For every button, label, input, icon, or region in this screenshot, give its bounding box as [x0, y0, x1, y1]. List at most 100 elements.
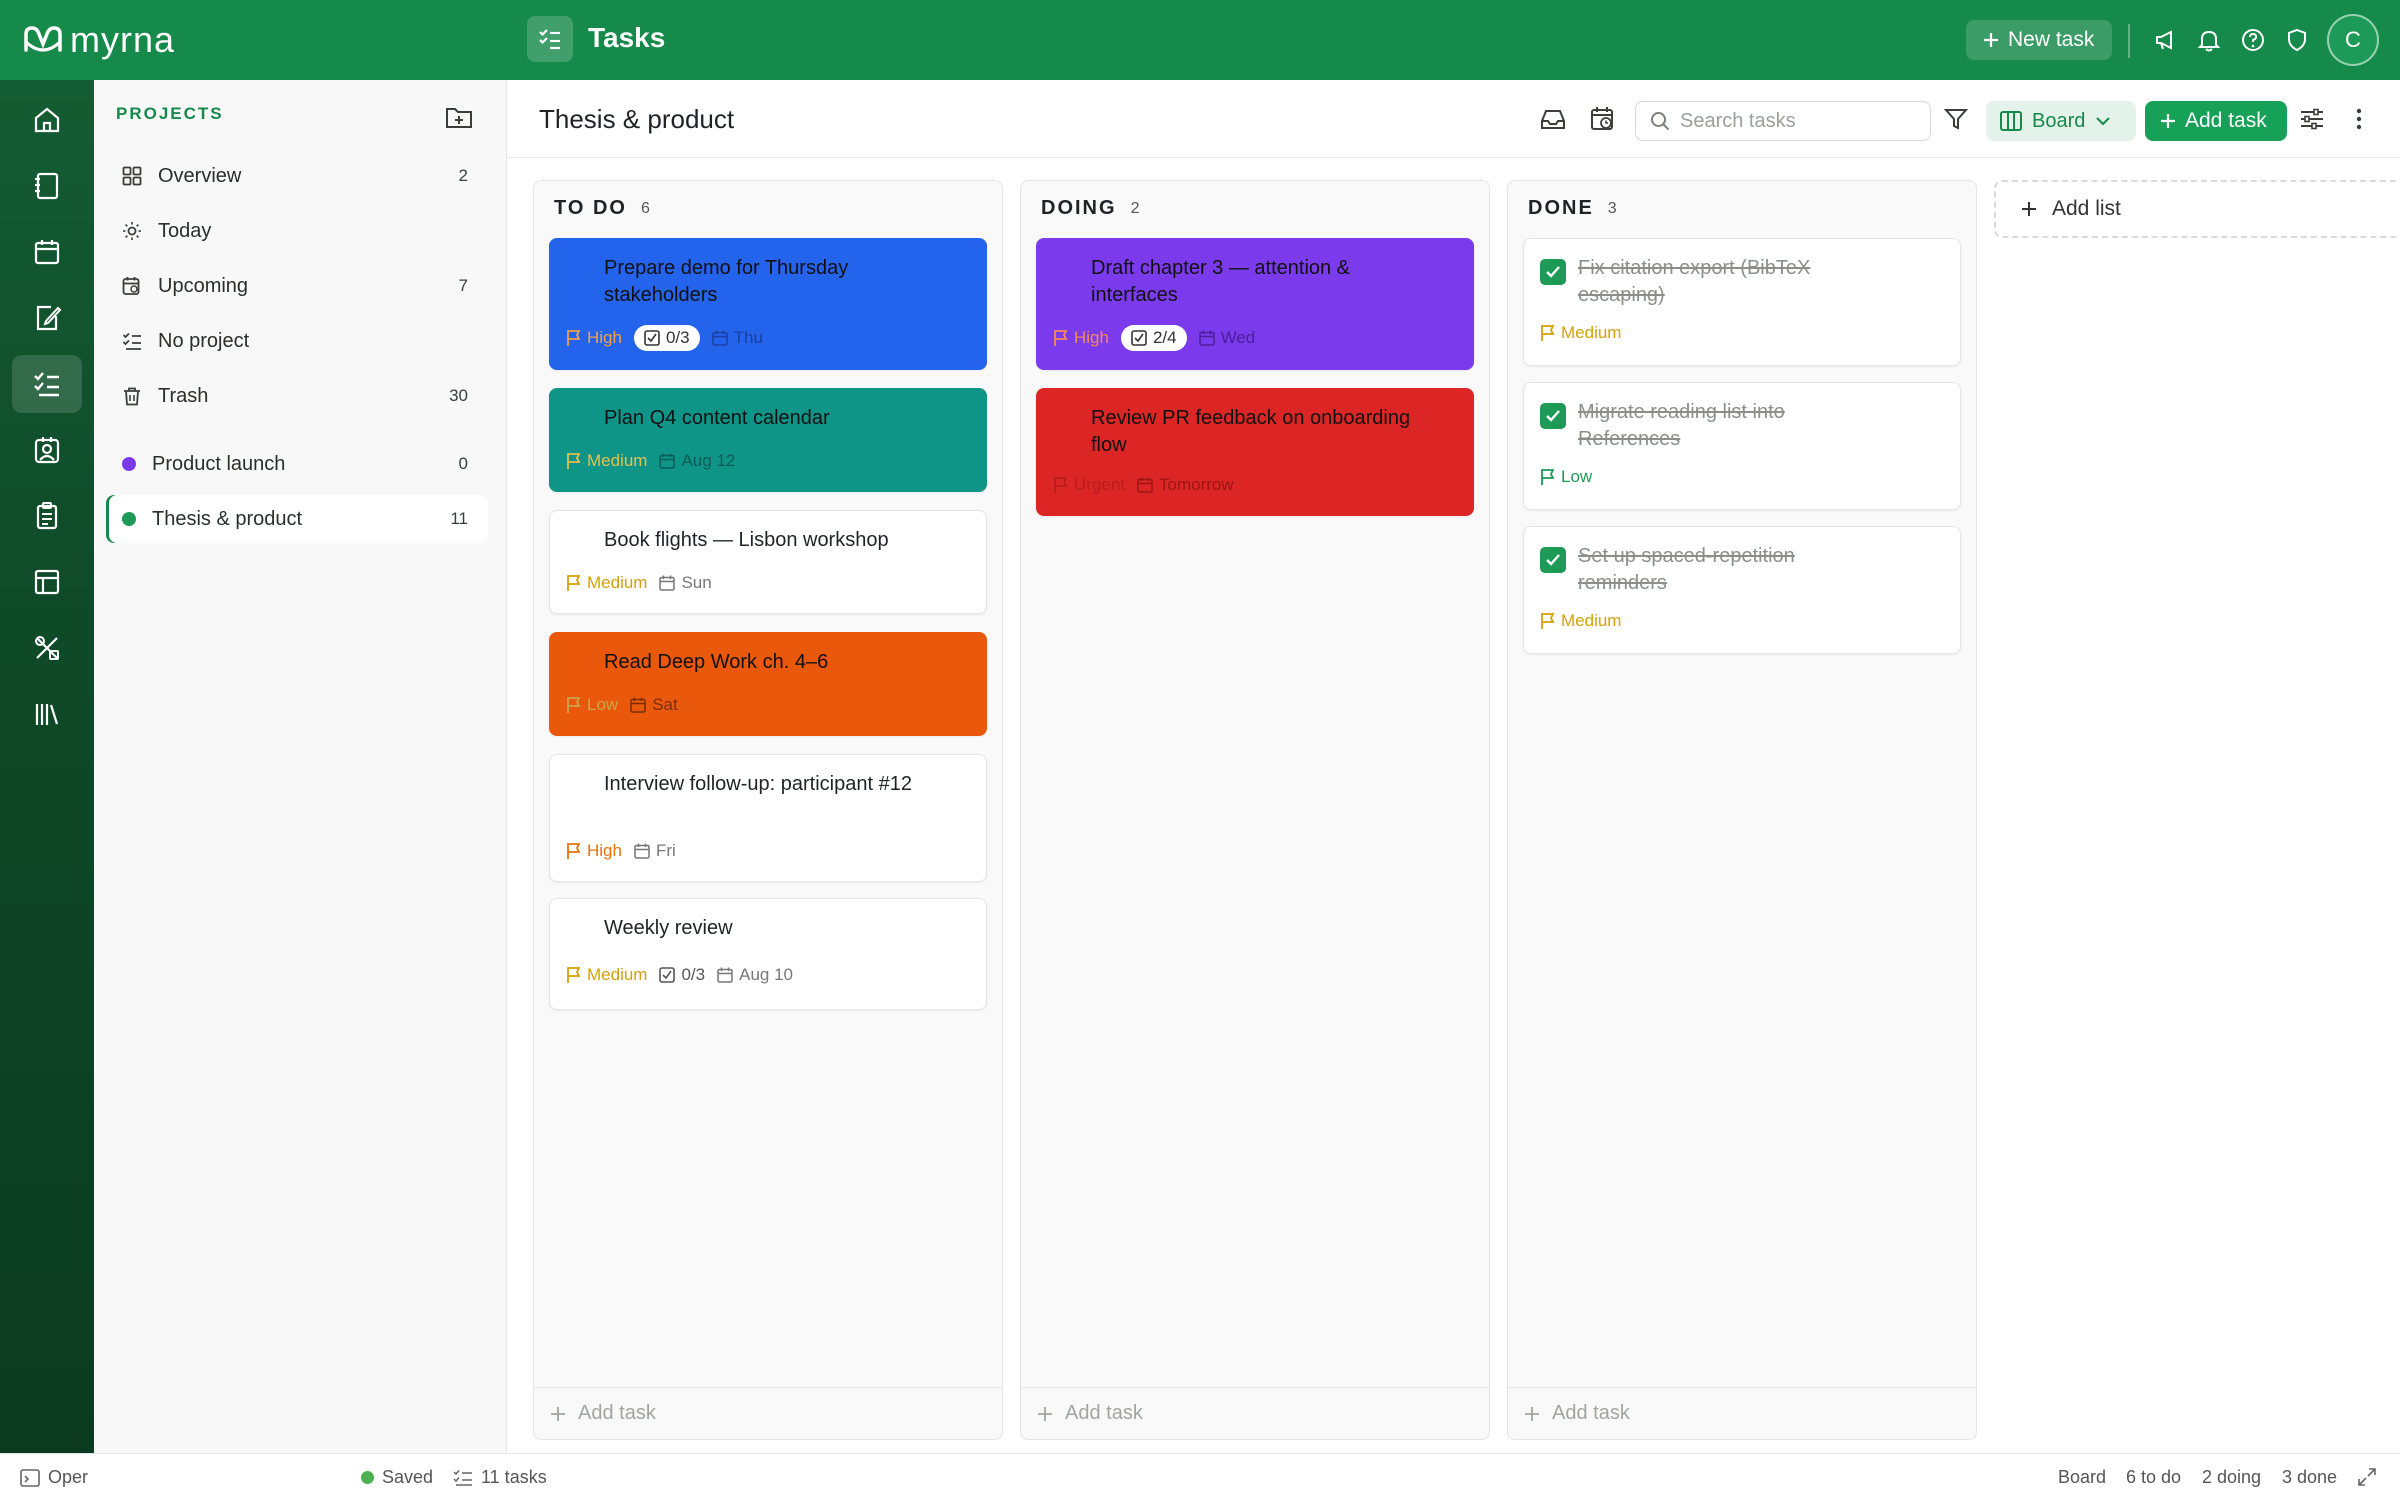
filter-icon[interactable] [1940, 103, 1972, 135]
calendar-clock-icon [120, 274, 144, 298]
calendar-icon [630, 697, 646, 713]
priority-label: Medium [587, 965, 648, 984]
clipboard-icon[interactable] [12, 487, 82, 545]
checkbox-icon [644, 330, 660, 346]
task-card[interactable]: Draft chapter 3 — attention & interfaces… [1036, 238, 1474, 370]
priority-badge: Low [1540, 467, 1592, 487]
task-card[interactable]: Prepare demo for Thursday stakeholders H… [549, 238, 987, 370]
calendar-icon [1198, 330, 1215, 346]
add-task-label: Add task [2185, 109, 2267, 132]
main-content: Thesis & product Board Add task [507, 80, 2400, 1453]
bell-icon[interactable] [2193, 24, 2225, 56]
columns-icon [2000, 111, 2022, 131]
task-card[interactable]: Weekly review Medium 0/3 Aug 10 [549, 898, 987, 1010]
project-product-launch[interactable]: Product launch 0 [106, 440, 488, 488]
tasks-menu-button[interactable] [527, 16, 573, 62]
task-title: Book flights — Lisbon workshop [604, 529, 889, 551]
due-date: Sun [659, 573, 712, 593]
list-check-icon [120, 329, 144, 353]
open-panel-button[interactable]: Oper [20, 1467, 88, 1488]
task-title: Plan Q4 content calendar [604, 407, 830, 429]
edit-note-icon[interactable] [12, 289, 82, 347]
home-icon[interactable] [12, 91, 82, 149]
app-rail [0, 80, 94, 1453]
add-list-button[interactable]: Add list [1994, 180, 2400, 238]
add-list-label: Add list [2052, 197, 2121, 220]
new-task-button[interactable]: New task [1966, 20, 2112, 60]
search-input[interactable] [1680, 109, 1910, 133]
column-add-task-button[interactable]: Add task [1021, 1387, 1489, 1439]
add-task-button[interactable]: Add task [2145, 101, 2287, 141]
megaphone-icon[interactable] [2150, 24, 2182, 56]
due-date: Wed [1198, 328, 1255, 348]
search-field[interactable] [1635, 101, 1931, 141]
sidebar-item-upcoming[interactable]: Upcoming 7 [106, 262, 488, 310]
flag-icon [1540, 612, 1556, 630]
task-checkbox-checked[interactable] [1540, 259, 1566, 285]
tools-icon[interactable] [12, 619, 82, 677]
sidebar-item-label: Overview [158, 164, 242, 187]
inbox-icon[interactable] [1537, 103, 1569, 135]
notebook-icon[interactable] [12, 157, 82, 215]
contacts-icon[interactable] [12, 421, 82, 479]
new-folder-icon[interactable] [444, 102, 474, 132]
table-icon[interactable] [12, 553, 82, 611]
due-date: Thu [711, 328, 763, 348]
tasks-icon[interactable] [12, 355, 82, 413]
item-count: 30 [449, 386, 468, 405]
sidebar-item-trash[interactable]: Trash 30 [106, 372, 488, 420]
column-title: DOING [1041, 197, 1117, 219]
shield-icon[interactable] [2281, 24, 2313, 56]
task-checkbox-checked[interactable] [1540, 547, 1566, 573]
task-card[interactable]: Fix citation export (BibTeX escaping) Me… [1523, 238, 1961, 366]
task-card[interactable]: Interview follow-up: participant #12 Hig… [549, 754, 987, 882]
logo-text: myrna [70, 19, 176, 60]
due-date: Sat [630, 695, 678, 715]
app-logo[interactable]: myrna [22, 19, 176, 60]
sidebar-item-no-project[interactable]: No project [106, 317, 488, 365]
expand-icon[interactable] [2357, 1467, 2377, 1487]
column-add-task-button[interactable]: Add task [534, 1387, 1002, 1439]
checklist-progress: 2/4 [1152, 328, 1177, 347]
add-task-label: Add task [1552, 1402, 1630, 1424]
flag-icon [1540, 468, 1556, 486]
task-checkbox-checked[interactable] [1540, 403, 1566, 429]
checklist-badge: 0/3 [659, 965, 705, 985]
view-switcher-button[interactable]: Board [1986, 101, 2136, 141]
saved-label: Saved [382, 1467, 434, 1487]
task-card[interactable]: Plan Q4 content calendar Medium Aug 12 [549, 388, 987, 492]
task-card[interactable]: Set up spaced-repetition reminders Mediu… [1523, 526, 1961, 654]
calendar-icon [717, 967, 733, 983]
sidebar-item-label: No project [158, 329, 250, 352]
due-date-label: Tomorrow [1159, 475, 1234, 494]
more-vertical-icon[interactable] [2343, 103, 2375, 135]
task-card[interactable]: Book flights — Lisbon workshop Medium Su… [549, 510, 987, 614]
task-meta: Urgent Tomorrow [1053, 475, 1234, 495]
task-meta: Low Sat [566, 695, 678, 715]
task-card[interactable]: Migrate reading list into References Low [1523, 382, 1961, 510]
task-card[interactable]: Read Deep Work ch. 4–6 Low Sat [549, 632, 987, 736]
new-task-label: New task [2008, 28, 2095, 51]
flag-icon [566, 452, 582, 470]
priority-label: Medium [1561, 611, 1622, 630]
flag-icon [566, 966, 582, 984]
priority-label: Low [587, 695, 619, 714]
help-icon[interactable] [2237, 24, 2269, 56]
list-check-icon [539, 29, 560, 50]
avatar[interactable]: C [2327, 14, 2379, 66]
sliders-icon[interactable] [2296, 103, 2328, 135]
calendar-clock-icon[interactable] [1587, 103, 1619, 135]
sidebar-item-overview[interactable]: Overview 2 [106, 152, 488, 200]
task-title: Prepare demo for Thursday stakeholders [604, 257, 849, 306]
column-header: TO DO 6 [554, 197, 650, 220]
calendar-icon[interactable] [12, 223, 82, 281]
column-add-task-button[interactable]: Add task [1508, 1387, 1976, 1439]
calendar-icon [711, 330, 728, 346]
projects-sidebar: PROJECTS Overview 2 Today Upcoming 7 No … [94, 80, 507, 1453]
task-card[interactable]: Review PR feedback on onboarding flow Ur… [1036, 388, 1474, 516]
column-done: DONE 3 Fix citation export (BibTeX escap… [1507, 180, 1977, 1440]
checkbox-icon [659, 967, 676, 983]
library-icon[interactable] [12, 685, 82, 743]
project-thesis-product[interactable]: Thesis & product 11 [106, 495, 488, 543]
sidebar-item-today[interactable]: Today [106, 207, 488, 255]
